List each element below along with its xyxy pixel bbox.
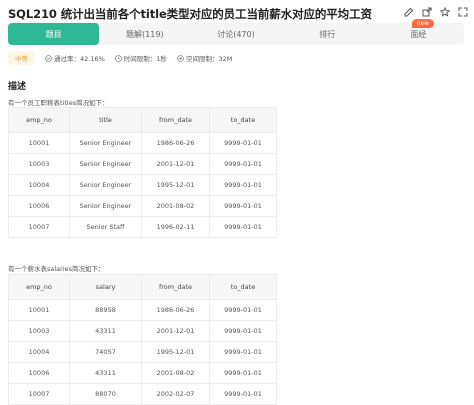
table-cell: Senior Engineer xyxy=(69,132,142,154)
table-cell: 2002-02-07 xyxy=(141,383,210,405)
star-icon[interactable] xyxy=(440,7,450,17)
table-cell: 74057 xyxy=(69,341,142,363)
table-cell: 10007 xyxy=(8,383,70,405)
table-cell: 2001-08-02 xyxy=(141,362,210,384)
expand-icon[interactable] xyxy=(458,7,468,17)
table-cell: 1996-02-11 xyxy=(141,216,210,238)
table-cell: 9999-01-01 xyxy=(209,341,277,363)
difficulty-badge: 中等 xyxy=(8,51,35,65)
tab-solutions[interactable]: 题解(119) xyxy=(99,23,190,45)
table-row: 10004 Senior Engineer 1995-12-01 9999-01… xyxy=(8,174,277,196)
table-cell: 10001 xyxy=(8,299,70,321)
column-header: emp_no xyxy=(8,107,70,133)
new-badge: new xyxy=(411,19,435,28)
table-row: 10004 74057 1995-12-01 9999-01-01 xyxy=(8,341,277,363)
page-title: SQL210 统计出当前各个title类型对应的员工当前薪水对应的平均工资 xyxy=(8,7,372,21)
tab-interview[interactable]: 面经 new xyxy=(373,19,464,45)
table-cell: 9999-01-01 xyxy=(209,320,277,342)
table-cell: 2001-12-01 xyxy=(141,153,210,175)
table-cell: 10003 xyxy=(8,153,70,175)
table-cell: Senior Engineer xyxy=(69,174,142,196)
column-header: emp_no xyxy=(8,274,70,300)
table-cell: 10004 xyxy=(8,174,70,196)
problem-header: SQL210 统计出当前各个title类型对应的员工当前薪水对应的平均工资 xyxy=(8,5,470,23)
tab-problem[interactable]: 题目 xyxy=(8,23,100,45)
salaries-caption: 有一个薪水表salaries简况如下： xyxy=(8,265,105,273)
description-heading: 描述 xyxy=(8,82,27,92)
column-header: to_date xyxy=(209,107,277,133)
table-cell: 9999-01-01 xyxy=(209,174,277,196)
table-cell: 43311 xyxy=(69,362,142,384)
table-cell: 9999-01-01 xyxy=(209,216,277,238)
table-header-row: emp_no title from_date to_date xyxy=(8,107,277,133)
table-row: 10006 Senior Engineer 2001-08-02 9999-01… xyxy=(8,195,277,217)
table-cell: 10006 xyxy=(8,195,70,217)
table-header-row: emp_no salary from_date to_date xyxy=(8,274,277,300)
table-cell: 9999-01-01 xyxy=(209,362,277,384)
edit-icon[interactable] xyxy=(404,7,414,17)
table-cell: 10007 xyxy=(8,216,70,238)
problem-meta: 中等 通过率：42.16% 时间限制：1秒 空间限制：32M xyxy=(8,50,242,66)
table-cell: 9999-01-01 xyxy=(209,153,277,175)
column-header: title xyxy=(69,107,142,133)
table-cell: 9999-01-01 xyxy=(209,132,277,154)
share-icon[interactable] xyxy=(422,7,432,17)
table-cell: 2001-12-01 xyxy=(141,320,210,342)
table-cell: 1995-12-01 xyxy=(141,174,210,196)
table-row: 10003 Senior Engineer 2001-12-01 9999-01… xyxy=(8,153,277,175)
column-header: salary xyxy=(69,274,142,300)
table-cell: Senior Engineer xyxy=(69,195,142,217)
titles-caption: 有一个员工职称表titles简况如下： xyxy=(8,99,109,107)
clock-icon xyxy=(115,54,122,62)
table-cell: 9999-01-01 xyxy=(209,299,277,321)
space-limit: 空间限制：32M xyxy=(185,55,233,63)
table-cell: 10003 xyxy=(8,320,70,342)
tab-ranking[interactable]: 排行 xyxy=(282,23,373,45)
table-row: 10001 88958 1986-06-26 9999-01-01 xyxy=(8,299,277,321)
table-cell: 10006 xyxy=(8,362,70,384)
table-cell: 9999-01-01 xyxy=(209,383,277,405)
table-row: 10006 43311 2001-08-02 9999-01-01 xyxy=(8,362,277,384)
column-header: from_date xyxy=(141,107,210,133)
table-cell: 88958 xyxy=(69,299,142,321)
table-cell: Senior Engineer xyxy=(69,153,142,175)
table-cell: 9999-01-01 xyxy=(209,195,277,217)
column-header: from_date xyxy=(141,274,210,300)
check-circle-icon xyxy=(45,54,52,62)
table-cell: Senior Staff xyxy=(69,216,142,238)
table-cell: 88070 xyxy=(69,383,142,405)
table-cell: 1986-06-26 xyxy=(141,299,210,321)
table-cell: 1986-06-26 xyxy=(141,132,210,154)
table-row: 10007 Senior Staff 1996-02-11 9999-01-01 xyxy=(8,216,277,238)
table-row: 10007 88070 2002-02-07 9999-01-01 xyxy=(8,383,277,405)
header-actions xyxy=(404,7,468,17)
table-row: 10001 Senior Engineer 1986-06-26 9999-01… xyxy=(8,132,277,154)
memory-icon xyxy=(177,54,184,62)
table-cell: 10004 xyxy=(8,341,70,363)
titles-table: emp_no title from_date to_date 10001 Sen… xyxy=(8,107,277,238)
table-cell: 43311 xyxy=(69,320,142,342)
problem-tabs: 题目 题解(119) 讨论(470) 排行 面经 new xyxy=(8,19,464,45)
table-cell: 2001-08-02 xyxy=(141,195,210,217)
column-header: to_date xyxy=(209,274,277,300)
table-cell: 10001 xyxy=(8,132,70,154)
table-cell: 1995-12-01 xyxy=(141,341,210,363)
salaries-table: emp_no salary from_date to_date 10001 88… xyxy=(8,274,277,405)
time-limit: 时间限制：1秒 xyxy=(123,55,167,63)
tab-discussion[interactable]: 讨论(470) xyxy=(190,23,281,45)
table-row: 10003 43311 2001-12-01 9999-01-01 xyxy=(8,320,277,342)
pass-rate: 通过率：42.16% xyxy=(54,55,105,63)
